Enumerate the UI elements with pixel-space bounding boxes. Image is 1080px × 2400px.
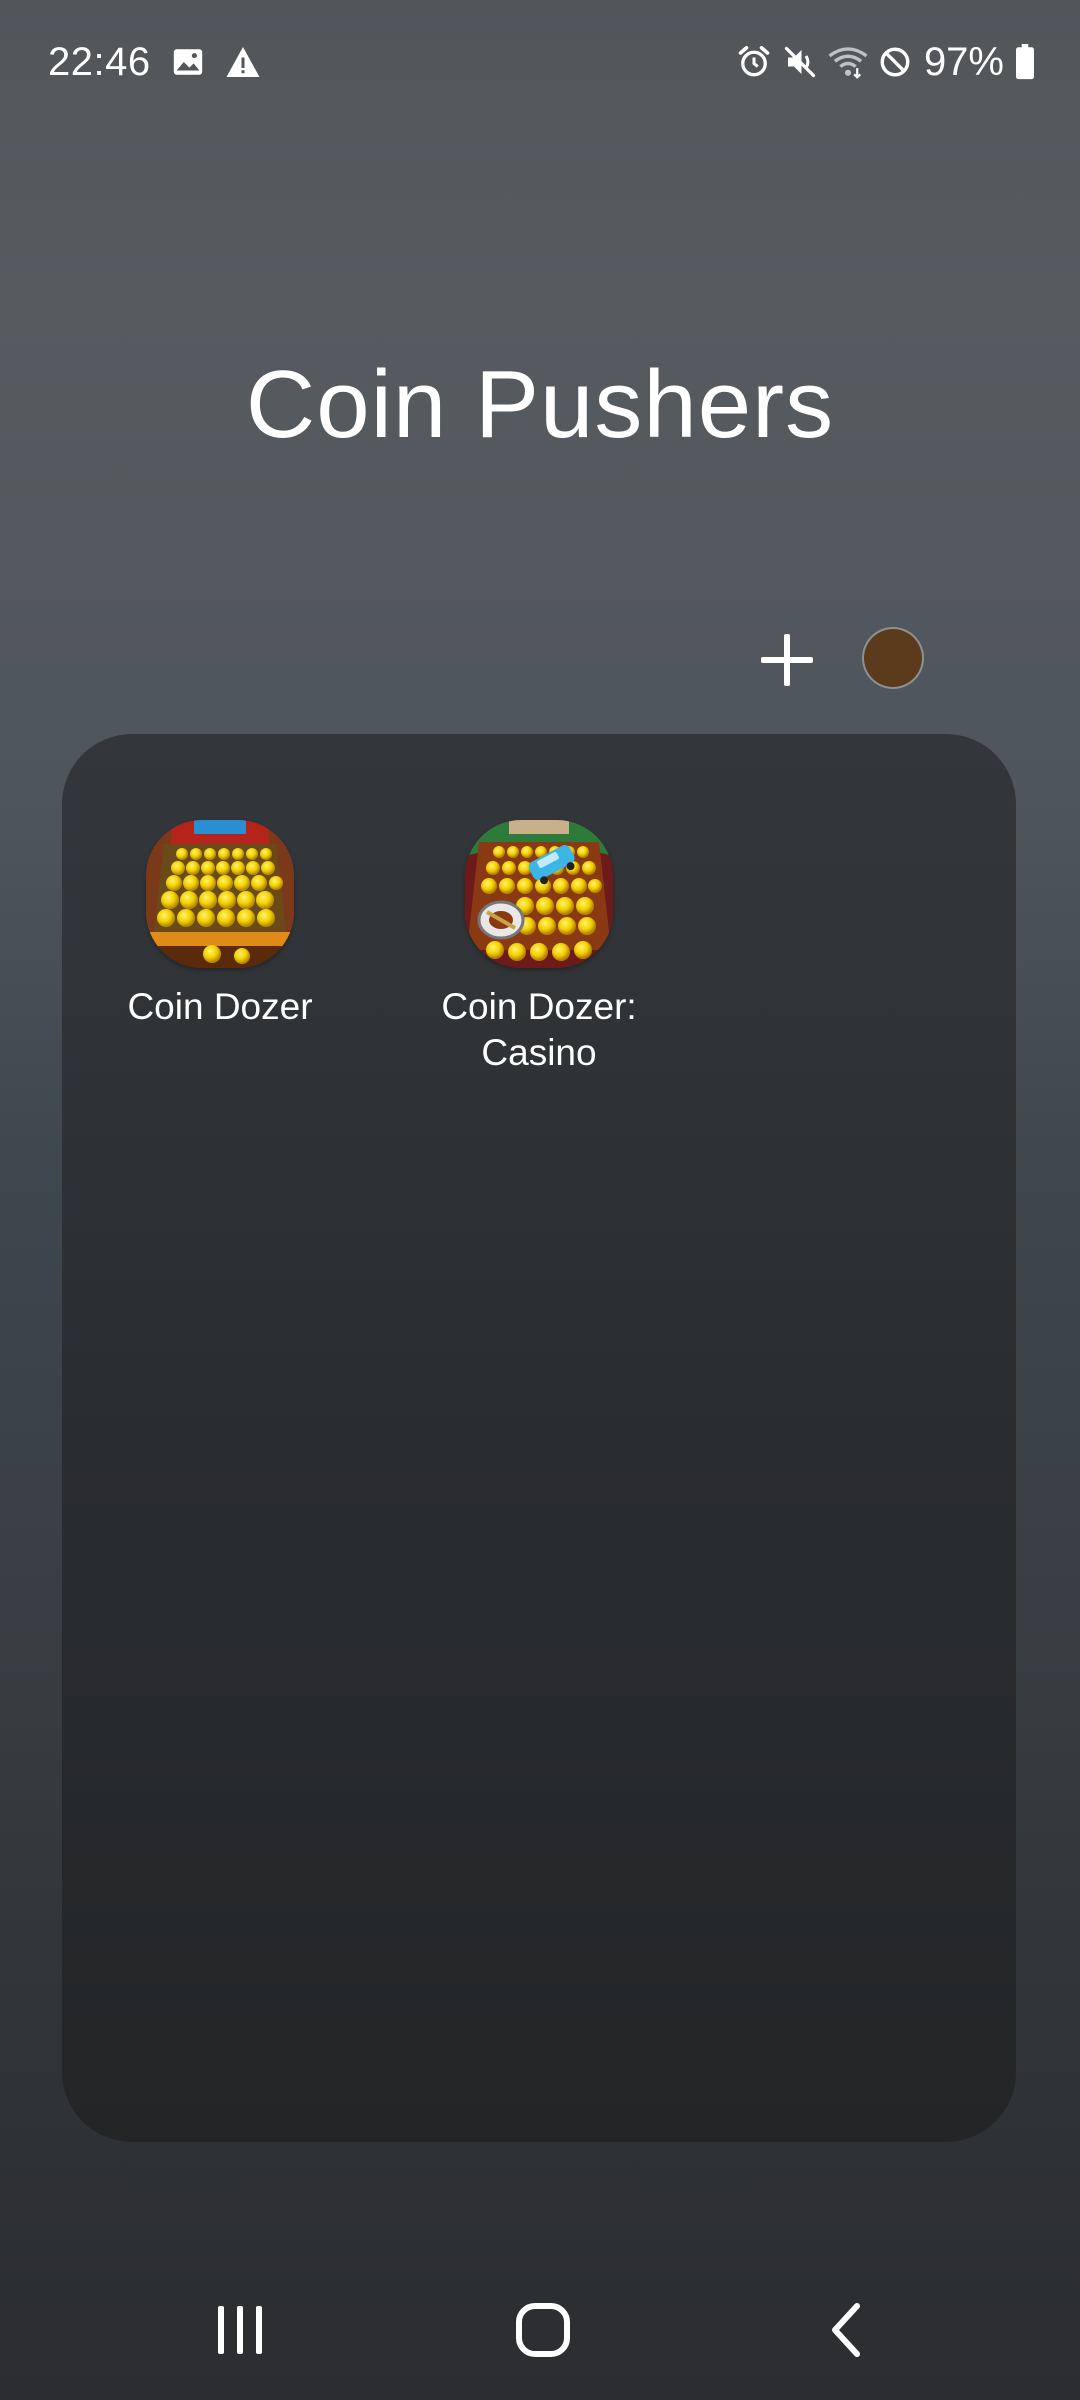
folder-title[interactable]: Coin Pushers bbox=[0, 350, 1080, 460]
recents-icon bbox=[218, 2306, 262, 2354]
wifi-icon bbox=[828, 44, 868, 80]
status-time: 22:46 bbox=[48, 39, 151, 84]
app-label: Coin Dozer bbox=[127, 986, 313, 1027]
coin-dozer-casino-icon bbox=[465, 820, 613, 968]
image-icon bbox=[171, 45, 205, 79]
app-coin-dozer[interactable]: Coin Dozer bbox=[70, 820, 370, 1030]
plus-icon bbox=[761, 634, 813, 686]
alarm-icon bbox=[736, 44, 772, 80]
app-label: Coin Dozer: Casino bbox=[441, 986, 637, 1073]
warning-icon bbox=[225, 45, 261, 79]
back-button[interactable] bbox=[786, 2270, 906, 2390]
coin-dozer-icon bbox=[146, 820, 294, 968]
recents-button[interactable] bbox=[180, 2270, 300, 2390]
folder-color-button[interactable] bbox=[864, 629, 922, 687]
battery-percentage: 97% bbox=[923, 39, 1004, 84]
add-apps-button[interactable] bbox=[752, 625, 822, 695]
home-button[interactable] bbox=[483, 2270, 603, 2390]
status-bar-left: 22:46 bbox=[48, 38, 261, 86]
back-icon bbox=[832, 2303, 860, 2357]
app-coin-dozer-casino[interactable]: Coin Dozer: Casino bbox=[389, 820, 689, 1076]
status-bar-right: 97% bbox=[736, 38, 1036, 86]
mute-icon bbox=[782, 44, 818, 80]
home-icon bbox=[516, 2303, 570, 2357]
status-bar: 22:46 97% bbox=[0, 0, 1080, 120]
navigation-bar bbox=[0, 2270, 1080, 2400]
battery-icon bbox=[1014, 44, 1036, 80]
do-not-disturb-icon bbox=[878, 45, 912, 79]
